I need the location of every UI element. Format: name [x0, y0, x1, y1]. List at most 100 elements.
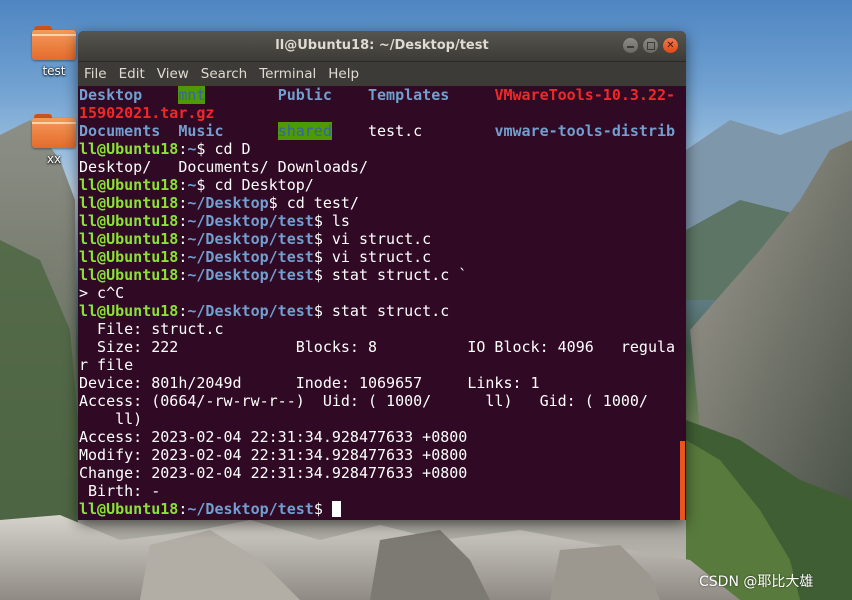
terminal-line: ll) [79, 410, 142, 428]
menu-terminal[interactable]: Terminal [253, 66, 322, 82]
menu-help[interactable]: Help [322, 66, 365, 82]
terminal-text: Access: 2023-02-04 22:31:34.928477633 +0… [79, 428, 468, 446]
window-title: ll@Ubuntu18: ~/Desktop/test [275, 38, 489, 53]
window-titlebar[interactable]: ll@Ubuntu18: ~/Desktop/test ✕ [78, 31, 686, 62]
terminal-text: Access: (0664/-rw-rw-r--) Uid: ( 1000/ l… [79, 392, 648, 410]
menu-search[interactable]: Search [195, 66, 253, 82]
watermark-text: CSDN @耶比大雄 [699, 574, 814, 590]
terminal-line: Desktop mnt Public Templates VMwareTools… [79, 86, 675, 104]
terminal-text: ll@Ubuntu18 [79, 302, 179, 320]
terminal-line: Access: 2023-02-04 22:31:34.928477633 +0… [79, 428, 467, 446]
terminal-text: ll@Ubuntu18 [79, 230, 179, 248]
terminal-text: ~/Desktop/test [187, 302, 314, 320]
terminal-line: r file [79, 356, 133, 374]
terminal-line: 15902021.tar.gz [79, 104, 214, 122]
desktop-folder-label: xx [46, 152, 62, 166]
terminal-text: $ vi struct.c [313, 248, 432, 266]
terminal-text: mnt [178, 86, 206, 104]
terminal-line: Access: (0664/-rw-rw-r--) Uid: ( 1000/ l… [79, 392, 648, 410]
maximize-icon[interactable] [643, 38, 658, 53]
terminal-text: ll@Ubuntu18 [79, 212, 179, 230]
terminal-line: ll@Ubuntu18:~/Desktop/test$ vi struct.c [79, 248, 431, 266]
terminal-text: ll@Ubuntu18 [79, 194, 179, 212]
terminal-line: Size: 222 Blocks: 8 IO Block: 4096 regul… [79, 338, 675, 356]
terminal-text: Modify: 2023-02-04 22:31:34.928477633 +0… [79, 446, 468, 464]
terminal-text: ~/Desktop [187, 194, 269, 212]
terminal-text: ll) [79, 410, 143, 428]
terminal-text: $ vi struct.c [313, 230, 432, 248]
terminal-line: Desktop/ Documents/ Downloads/ [79, 158, 368, 176]
folder-icon [32, 114, 76, 148]
terminal-text: Size: 222 Blocks: 8 IO Block: 4096 regul… [79, 338, 676, 356]
terminal-text: Public [277, 86, 332, 104]
close-icon[interactable]: ✕ [663, 38, 678, 53]
menu-edit[interactable]: Edit [113, 66, 151, 82]
terminal-text: $ stat struct.c [313, 302, 450, 320]
terminal-text: ll@Ubuntu18 [79, 140, 179, 158]
terminal-text: ~/Desktop/test [187, 212, 314, 230]
terminal-text: ll@Ubuntu18 [79, 500, 179, 518]
terminal-output[interactable]: Desktop mnt Public Templates VMwareTools… [78, 86, 686, 520]
terminal-line: ll@Ubuntu18:~$ cd Desktop/ [79, 176, 314, 194]
terminal-text: r file [79, 356, 134, 374]
terminal-text: Templates [368, 86, 450, 104]
terminal-text: ll@Ubuntu18 [79, 176, 179, 194]
terminal-line: ll@Ubuntu18:~$ cd D [79, 140, 251, 158]
terminal-text: VMwareTools-10.3.22- [494, 86, 676, 104]
terminal-text: Documents [79, 122, 161, 140]
terminal-text: vmware-tools-distrib [494, 122, 676, 140]
minimize-icon[interactable] [623, 38, 638, 53]
terminal-text: ll@Ubuntu18 [79, 266, 179, 284]
terminal-line: ll@Ubuntu18:~/Desktop/test$ vi struct.c [79, 230, 431, 248]
terminal-text: > c^C [79, 284, 125, 302]
terminal-text: File: struct.c [79, 320, 224, 338]
menu-bar: File Edit View Search Terminal Help [78, 62, 686, 86]
terminal-line: ll@Ubuntu18:~/Desktop/test$ stat struct.… [79, 302, 449, 320]
terminal-text: Birth: - [79, 482, 161, 500]
terminal-line: Documents Music shared test.c vmware-too… [79, 122, 675, 140]
terminal-line: Modify: 2023-02-04 22:31:34.928477633 +0… [79, 446, 467, 464]
terminal-text: test.c [331, 122, 495, 140]
folder-icon [32, 26, 76, 60]
terminal-text: Music [178, 122, 224, 140]
terminal-text: 15902021.tar.gz [79, 104, 215, 122]
menu-file[interactable]: File [78, 66, 113, 82]
terminal-text: ll@Ubuntu18 [79, 248, 179, 266]
terminal-line: ll@Ubuntu18:~/Desktop/test$ [79, 500, 341, 518]
terminal-scrollbar[interactable] [680, 441, 685, 520]
terminal-text: $ cd D [196, 140, 251, 158]
terminal-line: ll@Ubuntu18:~/Desktop$ cd test/ [79, 194, 359, 212]
desktop-folder-test[interactable]: test [24, 26, 84, 78]
menu-view[interactable]: View [151, 66, 195, 82]
terminal-text: Change: 2023-02-04 22:31:34.928477633 +0… [79, 464, 468, 482]
terminal-text: ~/Desktop/test [187, 266, 314, 284]
terminal-text: $ cd test/ [268, 194, 359, 212]
terminal-text: Device: 801h/2049d Inode: 1069657 Links:… [79, 374, 540, 392]
cursor-icon [331, 500, 341, 517]
desktop-folder-label: test [42, 64, 66, 78]
terminal-line: Birth: - [79, 482, 160, 500]
desktop-folder-xx[interactable]: xx [24, 114, 84, 166]
terminal-text: $ cd Desktop/ [196, 176, 314, 194]
terminal-text: ~/Desktop/test [187, 248, 314, 266]
terminal-window[interactable]: ll@Ubuntu18: ~/Desktop/test ✕ File Edit … [78, 31, 686, 520]
terminal-text: ~/Desktop/test [187, 500, 314, 518]
terminal-text: $ ls [313, 212, 350, 230]
terminal-line: File: struct.c [79, 320, 224, 338]
terminal-text: ~/Desktop/test [187, 230, 314, 248]
terminal-text: $ [313, 500, 332, 518]
terminal-text: $ stat struct.c ` [313, 266, 468, 284]
terminal-line: > c^C [79, 284, 124, 302]
terminal-line: ll@Ubuntu18:~/Desktop/test$ stat struct.… [79, 266, 467, 284]
terminal-text: Desktop/ Documents/ Downloads/ [79, 158, 368, 176]
terminal-line: Change: 2023-02-04 22:31:34.928477633 +0… [79, 464, 467, 482]
terminal-line: ll@Ubuntu18:~/Desktop/test$ ls [79, 212, 350, 230]
terminal-text: shared [277, 122, 332, 140]
terminal-line: Device: 801h/2049d Inode: 1069657 Links:… [79, 374, 540, 392]
